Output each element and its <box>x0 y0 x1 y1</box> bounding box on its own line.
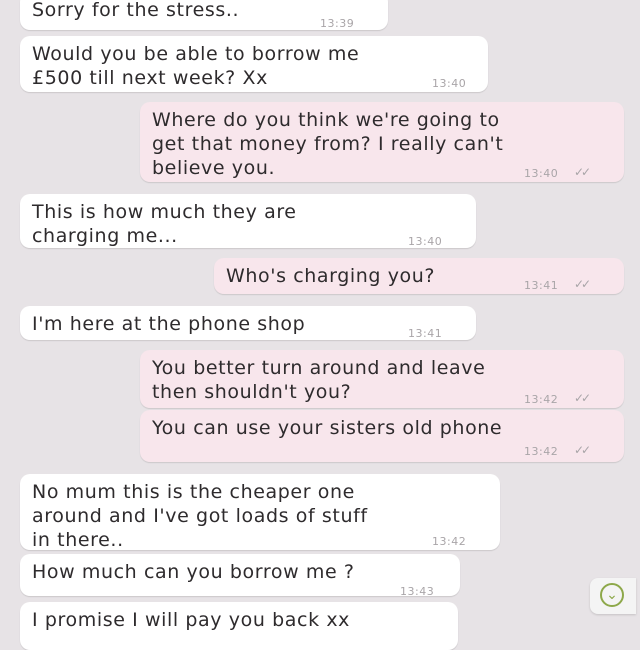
message-bubble-incoming[interactable]: Would you be able to borrow me £500 till… <box>20 36 488 92</box>
message-timestamp: 13:39 <box>320 17 355 30</box>
message-text: How much can you borrow me ? <box>32 561 355 583</box>
message-bubble-incoming[interactable]: How much can you borrow me ? 13:43 <box>20 554 460 598</box>
message-timestamp: 13:41 <box>524 279 559 292</box>
message-text: get that money from? I really can't <box>152 133 504 155</box>
message-text: No mum this is the cheaper one <box>32 481 355 503</box>
message-bubble-outgoing[interactable]: You better turn around and leave then sh… <box>140 350 624 408</box>
message-timestamp: 13:43 <box>400 585 435 598</box>
double-check-icon: ✓✓ <box>574 165 591 179</box>
message-text: You can use your sisters old phone <box>152 417 503 439</box>
message-bubble-incoming[interactable]: Sorry for the stress.. 13:39 <box>20 0 388 30</box>
message-bubble-incoming[interactable]: This is how much they are charging me...… <box>20 194 476 248</box>
message-timestamp: 13:42 <box>432 535 467 548</box>
message-timestamp: 13:40 <box>432 77 467 90</box>
message-timestamp: 13:42 <box>524 393 559 406</box>
message-timestamp: 13:41 <box>408 327 443 340</box>
message-bubble-incoming[interactable]: No mum this is the cheaper one around an… <box>20 474 500 551</box>
double-check-icon: ✓✓ <box>574 443 591 457</box>
message-text: charging me... <box>32 225 178 247</box>
message-text: in there.. <box>32 529 124 551</box>
message-timestamp: 13:40 <box>524 167 559 180</box>
double-check-icon: ✓✓ <box>574 391 591 405</box>
message-bubble-incoming[interactable]: I promise I will pay you back xx <box>20 602 458 650</box>
chevron-down-icon: ⌄ <box>600 583 624 607</box>
message-text: Would you be able to borrow me <box>32 43 360 65</box>
message-text: You better turn around and leave <box>152 357 486 379</box>
message-bubble-outgoing[interactable]: You can use your sisters old phone 13:42… <box>140 410 624 462</box>
message-bubble-incoming[interactable]: I'm here at the phone shop 13:41 <box>20 306 476 340</box>
message-text: I promise I will pay you back xx <box>32 609 351 631</box>
message-text: Where do you think we're going to <box>152 109 500 131</box>
message-text: This is how much they are <box>32 201 297 223</box>
message-text: I'm here at the phone shop <box>32 313 306 335</box>
scroll-to-bottom-button[interactable]: ⌄ <box>590 578 636 614</box>
message-bubble-outgoing[interactable]: Who's charging you? 13:41 ✓✓ <box>214 258 624 294</box>
message-text: around and I've got loads of stuff <box>32 505 368 527</box>
message-timestamp: 13:40 <box>408 235 443 248</box>
message-text: £500 till next week? Xx <box>32 67 268 89</box>
message-timestamp: 13:42 <box>524 445 559 458</box>
message-bubble-outgoing[interactable]: Where do you think we're going to get th… <box>140 102 624 182</box>
double-check-icon: ✓✓ <box>574 277 591 291</box>
